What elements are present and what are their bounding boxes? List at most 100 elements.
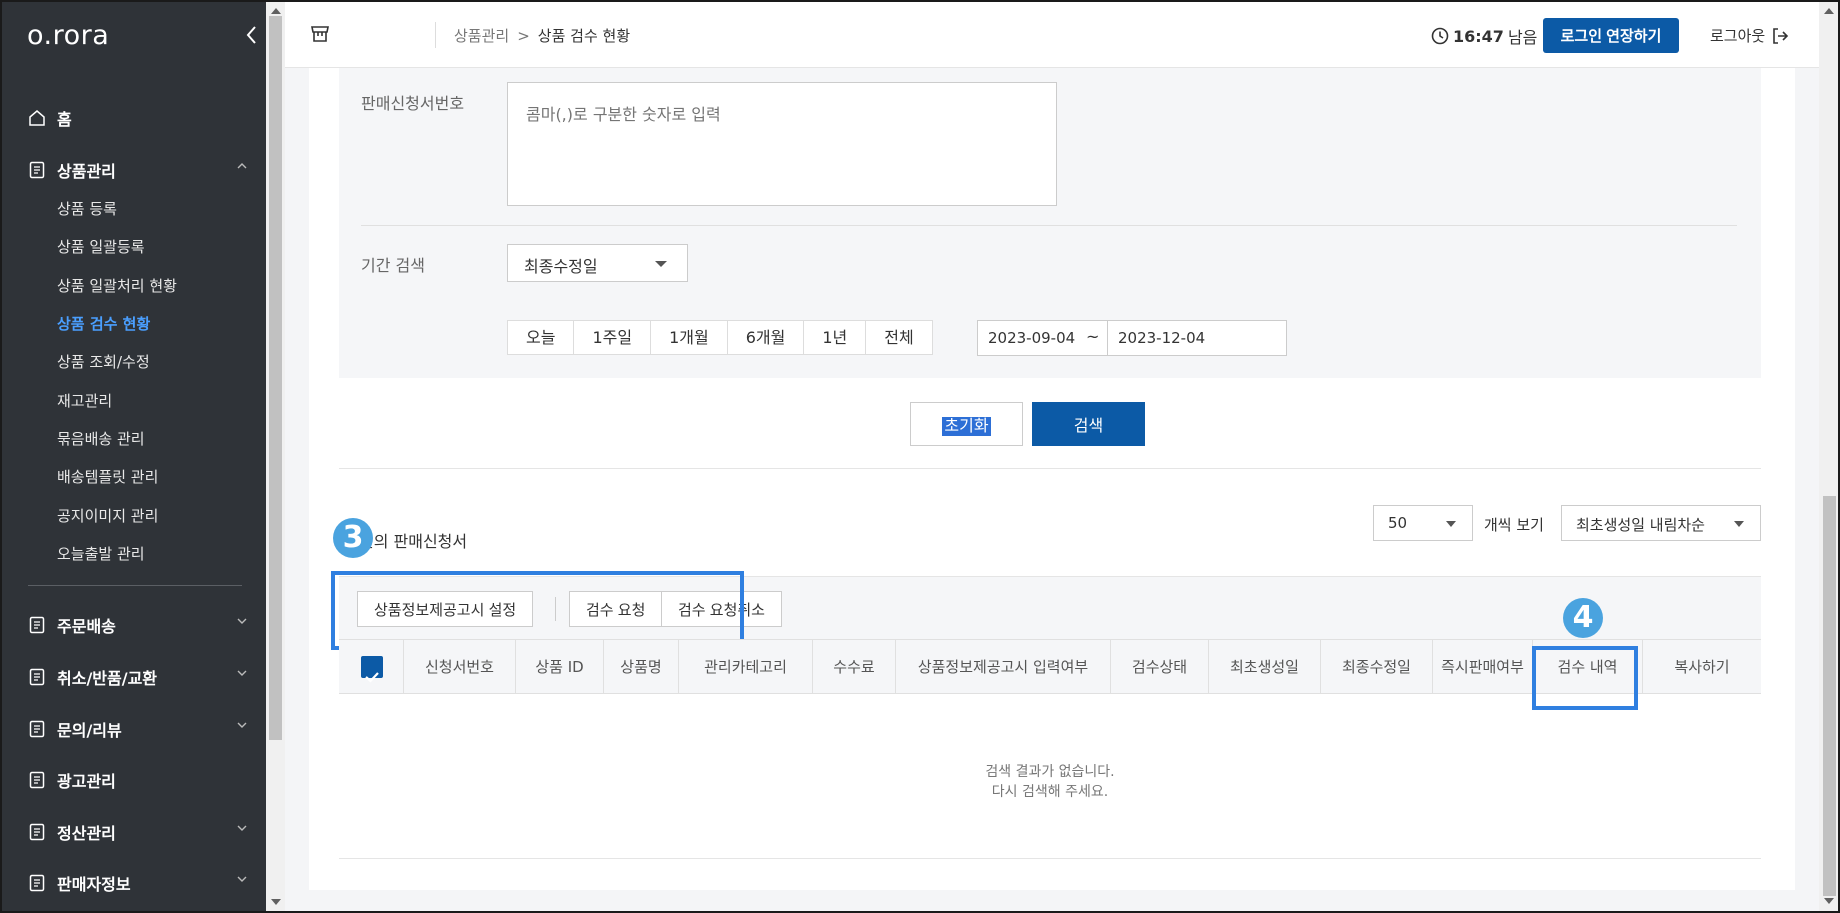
scroll-thumb[interactable]	[1823, 496, 1836, 896]
period-6month-button[interactable]: 6개월	[727, 321, 805, 354]
column-header[interactable]: 검수상태	[1111, 640, 1209, 694]
select-all-checkbox[interactable]	[361, 656, 383, 683]
sidebar-scrollbar[interactable]	[266, 2, 285, 911]
breadcrumb-parent[interactable]: 상품관리	[454, 25, 509, 46]
logout-icon	[1773, 27, 1789, 44]
sidebar-subitem-inspection-status[interactable]: 상품 검수 현황	[57, 313, 150, 334]
sidebar-item-home[interactable]: 홈	[28, 106, 248, 130]
column-header[interactable]: 상품명	[604, 640, 679, 694]
column-header[interactable]: 상품정보제공고시 입력여부	[896, 640, 1111, 694]
empty-line-2: 다시 검색해 주세요.	[991, 784, 1109, 800]
sidebar-item-product-mgmt[interactable]: 상품관리	[28, 158, 248, 182]
chevron-down-icon	[237, 876, 247, 882]
column-header[interactable]: 복사하기	[1643, 640, 1761, 694]
sidebar-item-settlement[interactable]: 정산관리	[28, 820, 248, 844]
timer-value: 16:47	[1453, 26, 1504, 46]
sidebar-item-ads[interactable]: 광고관리	[28, 768, 248, 792]
chevron-up-icon	[237, 163, 247, 169]
chevron-down-icon	[237, 670, 247, 676]
logout-button[interactable]: 로그아웃	[1710, 25, 1789, 46]
page-scrollbar[interactable]	[1819, 2, 1838, 911]
logo: o.rora	[27, 20, 110, 51]
select-all-cell	[339, 640, 404, 694]
dropdown-arrow-icon	[655, 261, 667, 267]
scroll-up-arrow-icon[interactable]	[271, 8, 281, 14]
sidebar-item-label: 취소/반품/교환	[57, 669, 158, 688]
per-page-label: 개씩 보기	[1484, 516, 1544, 534]
column-header[interactable]: 상품 ID	[516, 640, 604, 694]
period-1month-button[interactable]: 1개월	[651, 321, 728, 354]
sidebar-subitem-bulk-status[interactable]: 상품 일괄처리 현황	[57, 275, 177, 296]
result-title-text: 건의 판매신청서	[359, 532, 468, 551]
top-bar: 상품관리 > 상품 검수 현황 16:47 남음 로그인 연장하기 로그아웃	[285, 2, 1819, 68]
scroll-up-arrow-icon[interactable]	[1824, 8, 1834, 14]
order-no-input[interactable]	[507, 82, 1057, 206]
scroll-down-arrow-icon[interactable]	[271, 899, 281, 905]
document-icon	[29, 720, 45, 738]
card-divider	[339, 468, 1761, 469]
column-header[interactable]: 신청서번호	[404, 640, 516, 694]
sidebar-subitem-inventory[interactable]: 재고관리	[57, 390, 112, 411]
sidebar-item-seller-info[interactable]: 판매자정보	[28, 871, 248, 895]
sidebar-item-label: 홈	[57, 110, 72, 129]
check-icon	[365, 672, 379, 683]
reset-button[interactable]: 초기화	[910, 402, 1023, 446]
date-type-select[interactable]: 최종수정일	[507, 244, 688, 282]
chevron-down-icon	[237, 722, 247, 728]
column-header[interactable]: 최종수정일	[1321, 640, 1433, 694]
period-1year-button[interactable]: 1년	[804, 321, 867, 354]
sidebar-subitem-product-edit[interactable]: 상품 조회/수정	[57, 351, 150, 372]
sidebar-divider	[28, 585, 242, 586]
sidebar-item-orders[interactable]: 주문배송	[28, 613, 248, 637]
reset-label: 초기화	[942, 417, 991, 436]
column-header[interactable]: 관리카테고리	[679, 640, 813, 694]
filter-divider	[361, 225, 1737, 226]
extend-login-button[interactable]: 로그인 연장하기	[1543, 18, 1679, 53]
sidebar-item-label: 상품관리	[57, 162, 116, 181]
period-1week-button[interactable]: 1주일	[574, 321, 652, 354]
sidebar-subitem-today-shipping[interactable]: 오늘출발 관리	[57, 543, 145, 564]
table-bottom-border	[339, 858, 1761, 859]
document-icon	[29, 161, 45, 179]
sort-value: 최초생성일 내림차순	[1576, 516, 1705, 534]
sidebar-subitem-notice-image[interactable]: 공지이미지 관리	[57, 505, 158, 526]
scroll-thumb[interactable]	[269, 16, 282, 740]
sidebar-subitem-bundle-shipping[interactable]: 묶음배송 관리	[57, 428, 145, 449]
per-page-select[interactable]: 50	[1373, 505, 1473, 541]
sidebar-item-label: 문의/리뷰	[57, 721, 122, 740]
column-header[interactable]: 즉시판매여부	[1433, 640, 1533, 694]
sidebar-subitem-product-register[interactable]: 상품 등록	[57, 198, 117, 219]
sidebar-subitem-shipping-template[interactable]: 배송템플릿 관리	[57, 466, 158, 487]
sidebar-subitem-bulk-register[interactable]: 상품 일괄등록	[57, 236, 145, 257]
sidebar-item-label: 판매자정보	[57, 875, 131, 894]
annotation-badge-4: 4	[1563, 598, 1603, 638]
clock-icon	[1431, 27, 1449, 45]
sidebar-item-label: 광고관리	[57, 772, 116, 791]
column-header[interactable]: 수수료	[813, 640, 896, 694]
timer-suffix: 남음	[1507, 28, 1538, 47]
sidebar-item-inquiries[interactable]: 문의/리뷰	[28, 717, 248, 741]
sidebar: o.rora 홈 상품관리 상품 등록 상품 일괄등록 상품 일괄처리 현황 상…	[2, 2, 266, 911]
sidebar-item-label: 주문배송	[57, 617, 116, 636]
order-no-label: 판매신청서번호	[361, 94, 465, 113]
home-icon	[29, 110, 45, 126]
column-header[interactable]: 최초생성일	[1209, 640, 1321, 694]
search-button[interactable]: 검색	[1032, 402, 1145, 446]
document-icon	[29, 668, 45, 686]
period-all-button[interactable]: 전체	[866, 321, 932, 354]
breadcrumb-current: 상품 검수 현황	[537, 27, 631, 45]
document-icon	[29, 823, 45, 841]
filter-panel: 판매신청서번호 기간 검색 최종수정일 오늘 1주일 1개월 6개월 1년 전체	[339, 68, 1761, 378]
period-button-group: 오늘 1주일 1개월 6개월 1년 전체	[507, 320, 933, 355]
dropdown-arrow-icon	[1446, 521, 1456, 527]
per-page-value: 50	[1388, 514, 1408, 532]
content-card: 판매신청서번호 기간 검색 최종수정일 오늘 1주일 1개월 6개월 1년 전체	[309, 68, 1795, 890]
store-icon[interactable]	[310, 24, 330, 44]
sort-select[interactable]: 최초생성일 내림차순	[1561, 505, 1761, 541]
sidebar-item-returns[interactable]: 취소/반품/교환	[28, 665, 248, 689]
date-to-input[interactable]	[1107, 320, 1287, 356]
document-icon	[29, 874, 45, 892]
scroll-down-arrow-icon[interactable]	[1824, 898, 1834, 904]
period-today-button[interactable]: 오늘	[508, 321, 575, 354]
chevron-left-icon[interactable]	[242, 22, 262, 48]
